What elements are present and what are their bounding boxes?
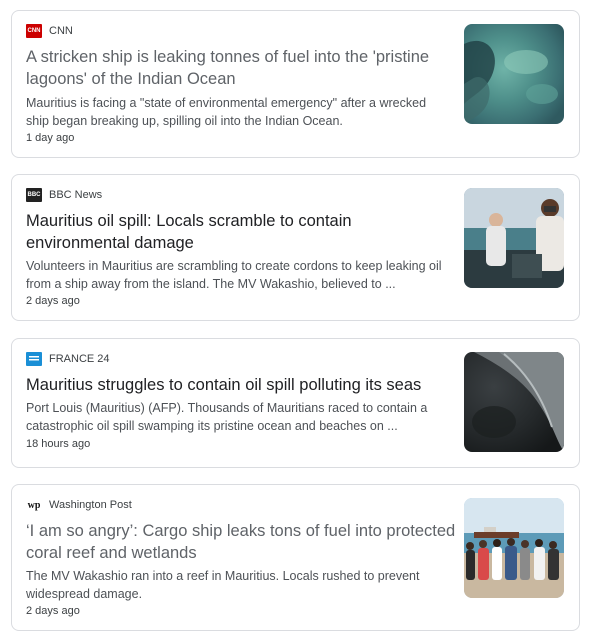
news-source: CNN CNN xyxy=(26,24,73,38)
washington-post-logo-icon: wp xyxy=(27,499,41,511)
news-card[interactable]: BBC BBC News Mauritius oil spill: Locals… xyxy=(11,174,580,321)
source-name: FRANCE 24 xyxy=(49,353,110,365)
article-snippet: The MV Wakashio ran into a reef in Mauri… xyxy=(26,569,420,601)
article-time: 18 hours ago xyxy=(26,438,91,450)
article-snippet: Volunteers in Mauritius are scrambling t… xyxy=(26,259,442,291)
article-snippet: Port Louis (Mauritius) (AFP). Thousands … xyxy=(26,401,428,433)
news-card[interactable]: wp Washington Post ‘I am so angry’: Carg… xyxy=(11,484,580,631)
news-source: BBC BBC News xyxy=(26,188,102,202)
source-name: Washington Post xyxy=(49,499,132,511)
headline-link[interactable]: A stricken ship is leaking tonnes of fue… xyxy=(26,46,456,90)
news-card[interactable]: CNN CNN A stricken ship is leaking tonne… xyxy=(11,10,580,158)
news-source: wp Washington Post xyxy=(26,498,132,512)
article-snippet: Mauritius is facing a "state of environm… xyxy=(26,96,427,128)
news-source: FRANCE 24 xyxy=(26,352,110,366)
article-time: 2 days ago xyxy=(26,295,80,307)
article-thumbnail[interactable] xyxy=(464,498,564,598)
article-time: 2 days ago xyxy=(26,605,80,617)
france24-logo-icon xyxy=(26,352,42,366)
source-name: CNN xyxy=(49,25,73,37)
headline-link[interactable]: Mauritius oil spill: Locals scramble to … xyxy=(26,210,456,254)
bbc-logo-icon: BBC xyxy=(26,188,42,202)
article-thumbnail[interactable] xyxy=(464,188,564,288)
article-time: 1 day ago xyxy=(26,132,75,144)
source-name: BBC News xyxy=(49,189,103,201)
headline-link[interactable]: Mauritius struggles to contain oil spill… xyxy=(26,374,456,396)
article-thumbnail[interactable] xyxy=(464,352,564,452)
article-thumbnail[interactable] xyxy=(464,24,564,124)
news-card[interactable]: FRANCE 24 Mauritius struggles to contain… xyxy=(11,338,580,468)
headline-link[interactable]: ‘I am so angry’: Cargo ship leaks tons o… xyxy=(26,520,456,564)
cnn-logo-icon: CNN xyxy=(26,24,42,38)
